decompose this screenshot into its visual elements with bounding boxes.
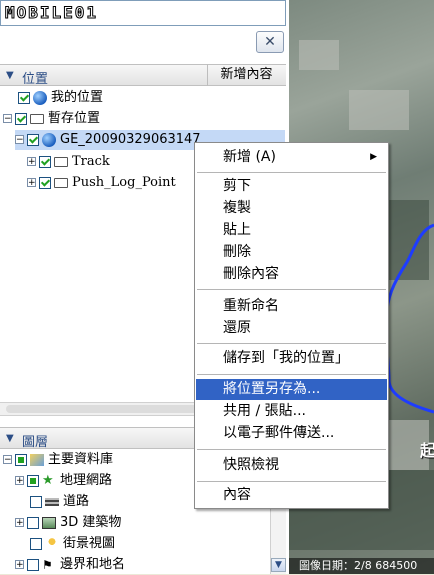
- close-button[interactable]: ✕: [256, 31, 284, 53]
- layer-item-roads[interactable]: 道路: [30, 492, 89, 512]
- menu-label: 新增 (A): [223, 149, 276, 165]
- expand-toggle[interactable]: +: [15, 476, 24, 486]
- building-icon: [42, 516, 56, 529]
- tree-item-track[interactable]: + Track: [27, 152, 110, 172]
- menu-item-properties[interactable]: 內容: [196, 485, 387, 506]
- scroll-down-button[interactable]: ▼: [271, 558, 286, 572]
- expand-toggle[interactable]: +: [15, 560, 24, 570]
- checkbox[interactable]: [27, 516, 39, 529]
- tree-label: Track: [72, 154, 110, 169]
- menu-item-save-place-as[interactable]: 將位置另存為...: [196, 379, 387, 400]
- checkbox[interactable]: [15, 453, 27, 466]
- layer-label: 邊界和地名: [60, 557, 126, 572]
- checkbox[interactable]: [30, 537, 42, 550]
- collapse-icon[interactable]: ▼: [6, 70, 14, 81]
- collapse-toggle[interactable]: −: [3, 114, 12, 124]
- menu-separator: [197, 374, 386, 375]
- collapse-toggle[interactable]: −: [15, 135, 24, 145]
- menu-item-save-to-my-places[interactable]: 儲存到「我的位置」: [196, 348, 387, 369]
- globe-icon: [33, 90, 47, 105]
- tree-item-push-log-point[interactable]: + Push_Log_Point: [27, 173, 176, 193]
- menu-item-snapshot-view[interactable]: 快照檢視: [196, 455, 387, 476]
- layer-label: 地理網路: [60, 473, 113, 488]
- map-label: 起: [420, 441, 434, 460]
- menu-item-email[interactable]: 以電子郵件傳送...: [196, 423, 387, 444]
- expand-toggle[interactable]: +: [27, 157, 36, 167]
- checkbox[interactable]: [27, 558, 39, 571]
- menu-item-delete[interactable]: 刪除: [196, 242, 387, 263]
- checkbox[interactable]: [15, 112, 27, 125]
- context-menu: 新增 (A) ▶ 剪下 複製 貼上 刪除 刪除內容 重新命名 還原 儲存到「我的位…: [194, 142, 389, 509]
- menu-item-share-post[interactable]: 共用 / 張貼...: [196, 401, 387, 422]
- menu-item-cut[interactable]: 剪下: [196, 176, 387, 197]
- places-title: 位置: [22, 72, 49, 87]
- checkbox[interactable]: [39, 155, 51, 168]
- add-content-button[interactable]: 新增內容: [207, 64, 285, 86]
- close-icon: ✕: [264, 34, 276, 50]
- expand-toggle[interactable]: +: [27, 178, 36, 188]
- tree-label: 暫存位置: [48, 111, 101, 126]
- star-icon: ★: [42, 472, 54, 488]
- pegman-icon: [45, 537, 59, 550]
- menu-item-paste[interactable]: 貼上: [196, 220, 387, 241]
- status-bar: 圖像日期：2/8 684500: [289, 558, 434, 574]
- menu-separator: [197, 289, 386, 290]
- tree-label: 我的位置: [51, 90, 104, 105]
- tree-item-temp-places[interactable]: − 暫存位置: [3, 109, 100, 129]
- menu-separator: [197, 172, 386, 173]
- menu-item-new[interactable]: 新增 (A) ▶: [196, 147, 387, 168]
- layer-item-borders[interactable]: + ⚑ 邊界和地名: [15, 555, 125, 575]
- layers-title: 圖層: [22, 435, 49, 450]
- layer-item-primary-db[interactable]: − 主要資料庫: [3, 450, 113, 470]
- checkbox[interactable]: [27, 474, 39, 487]
- menu-item-delete-contents[interactable]: 刪除內容: [196, 264, 387, 285]
- flag-icon: ⚑: [42, 557, 53, 572]
- menu-separator: [197, 481, 386, 482]
- checkbox[interactable]: [18, 91, 30, 104]
- tree-label: Push_Log_Point: [72, 175, 176, 190]
- expand-toggle[interactable]: +: [15, 518, 24, 528]
- layer-label: 主要資料庫: [48, 452, 114, 467]
- checkbox[interactable]: [27, 133, 39, 146]
- checkbox[interactable]: [39, 176, 51, 189]
- menu-separator: [197, 343, 386, 344]
- collapse-icon[interactable]: ▼: [6, 433, 14, 444]
- collapse-toggle[interactable]: −: [3, 455, 12, 465]
- layer-label: 街景視圖: [63, 536, 116, 551]
- database-icon: [30, 453, 44, 466]
- folder-icon: [54, 177, 68, 188]
- layer-label: 3D 建築物: [60, 515, 122, 530]
- menu-item-revert[interactable]: 還原: [196, 318, 387, 339]
- search-box[interactable]: MOBILE01: [0, 0, 286, 26]
- folder-icon: [30, 113, 44, 124]
- globe-icon: [42, 132, 56, 147]
- layer-label: 道路: [63, 494, 90, 509]
- menu-item-rename[interactable]: 重新命名: [196, 296, 387, 317]
- submenu-arrow-icon: ▶: [370, 152, 377, 162]
- folder-icon: [54, 156, 68, 167]
- checkbox[interactable]: [30, 495, 42, 508]
- menu-item-copy[interactable]: 複製: [196, 198, 387, 219]
- layer-item-street-view[interactable]: 街景視圖: [30, 534, 115, 554]
- menu-separator: [197, 449, 386, 450]
- layer-item-geoweb[interactable]: + ★ 地理網路: [15, 471, 112, 491]
- logo-watermark: MOBILE01: [4, 3, 99, 23]
- tree-item-my-places[interactable]: 我的位置: [18, 88, 103, 108]
- tree-label: GE_20090329063147: [60, 132, 201, 147]
- layer-item-3d-buildings[interactable]: +3D 建築物: [15, 513, 121, 533]
- road-icon: [45, 497, 59, 506]
